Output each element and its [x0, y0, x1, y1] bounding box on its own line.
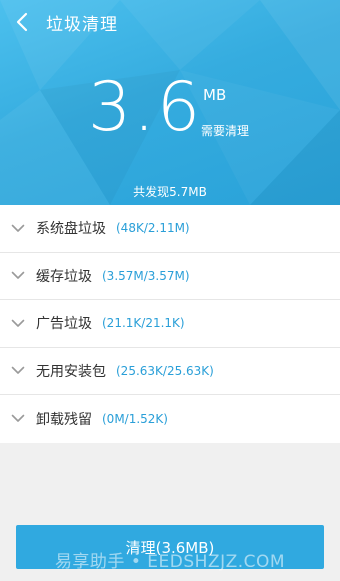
- category-label: 无用安装包: [36, 363, 106, 380]
- category-row-system[interactable]: 系统盘垃圾 (48K/2.11M): [0, 205, 340, 253]
- category-row-uninstall[interactable]: 卸载残留 (0M/1.52K): [0, 395, 340, 443]
- chevron-down-icon: [11, 271, 25, 280]
- category-row-apk[interactable]: 无用安装包 (25.63K/25.63K): [0, 348, 340, 395]
- category-row-ads[interactable]: 广告垃圾 (21.1K/21.1K): [0, 300, 340, 348]
- category-size: (0M/1.52K): [102, 411, 168, 426]
- chevron-down-icon: [11, 319, 25, 327]
- category-size: (48K/2.11M): [116, 221, 190, 236]
- chevron-down-icon: [11, 414, 25, 423]
- category-label: 卸载残留: [36, 411, 92, 428]
- category-size: (21.1K/21.1K): [102, 316, 185, 331]
- clean-button[interactable]: 清理(3.6MB): [16, 525, 324, 569]
- top-bar: 垃圾清理: [0, 0, 340, 44]
- category-label: 广告垃圾: [36, 316, 92, 333]
- summary-header: 垃圾清理 3.6 MB 需要清理 共发现5.7MB: [0, 0, 340, 205]
- category-size: (3.57M/3.57M): [102, 268, 190, 283]
- category-label: 缓存垃圾: [36, 268, 92, 285]
- chevron-down-icon: [11, 366, 25, 375]
- category-row-cache[interactable]: 缓存垃圾 (3.57M/3.57M): [0, 253, 340, 300]
- category-label: 系统盘垃圾: [36, 221, 106, 238]
- chevron-down-icon: [11, 224, 25, 232]
- need-clean-label: 需要清理: [201, 124, 250, 138]
- chevron-left-icon: [16, 12, 28, 32]
- page-title: 垃圾清理: [46, 14, 118, 35]
- total-found-text: 共发现5.7MB: [133, 185, 207, 199]
- junk-category-list: 系统盘垃圾 (48K/2.11M) 缓存垃圾 (3.57M/3.57M) 广告垃…: [0, 205, 340, 443]
- junk-size-value: 3.6: [88, 68, 203, 147]
- junk-size-unit: MB: [203, 86, 227, 104]
- category-size: (25.63K/25.63K): [116, 363, 214, 378]
- back-button[interactable]: [2, 0, 42, 44]
